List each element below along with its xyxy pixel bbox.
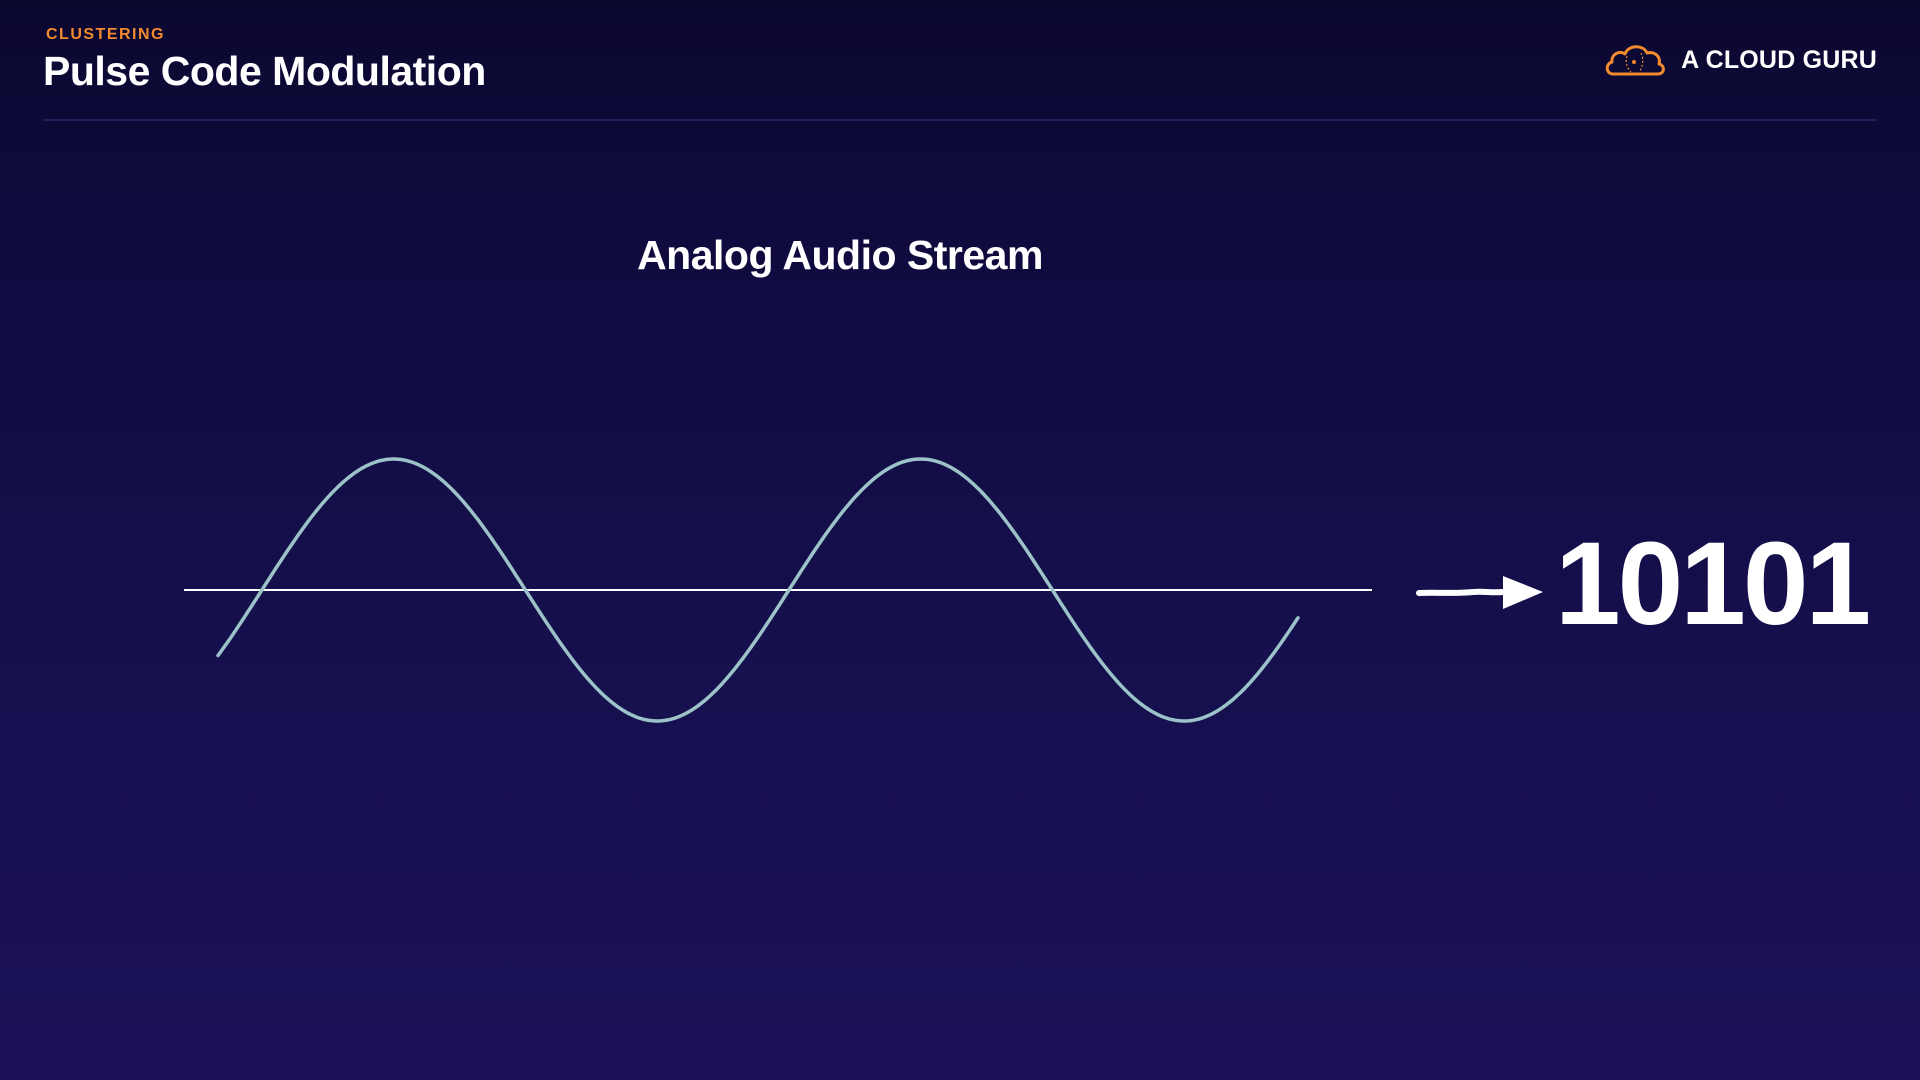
- digital-output: 10101: [1555, 518, 1871, 650]
- right-arrow-icon: [1415, 566, 1545, 618]
